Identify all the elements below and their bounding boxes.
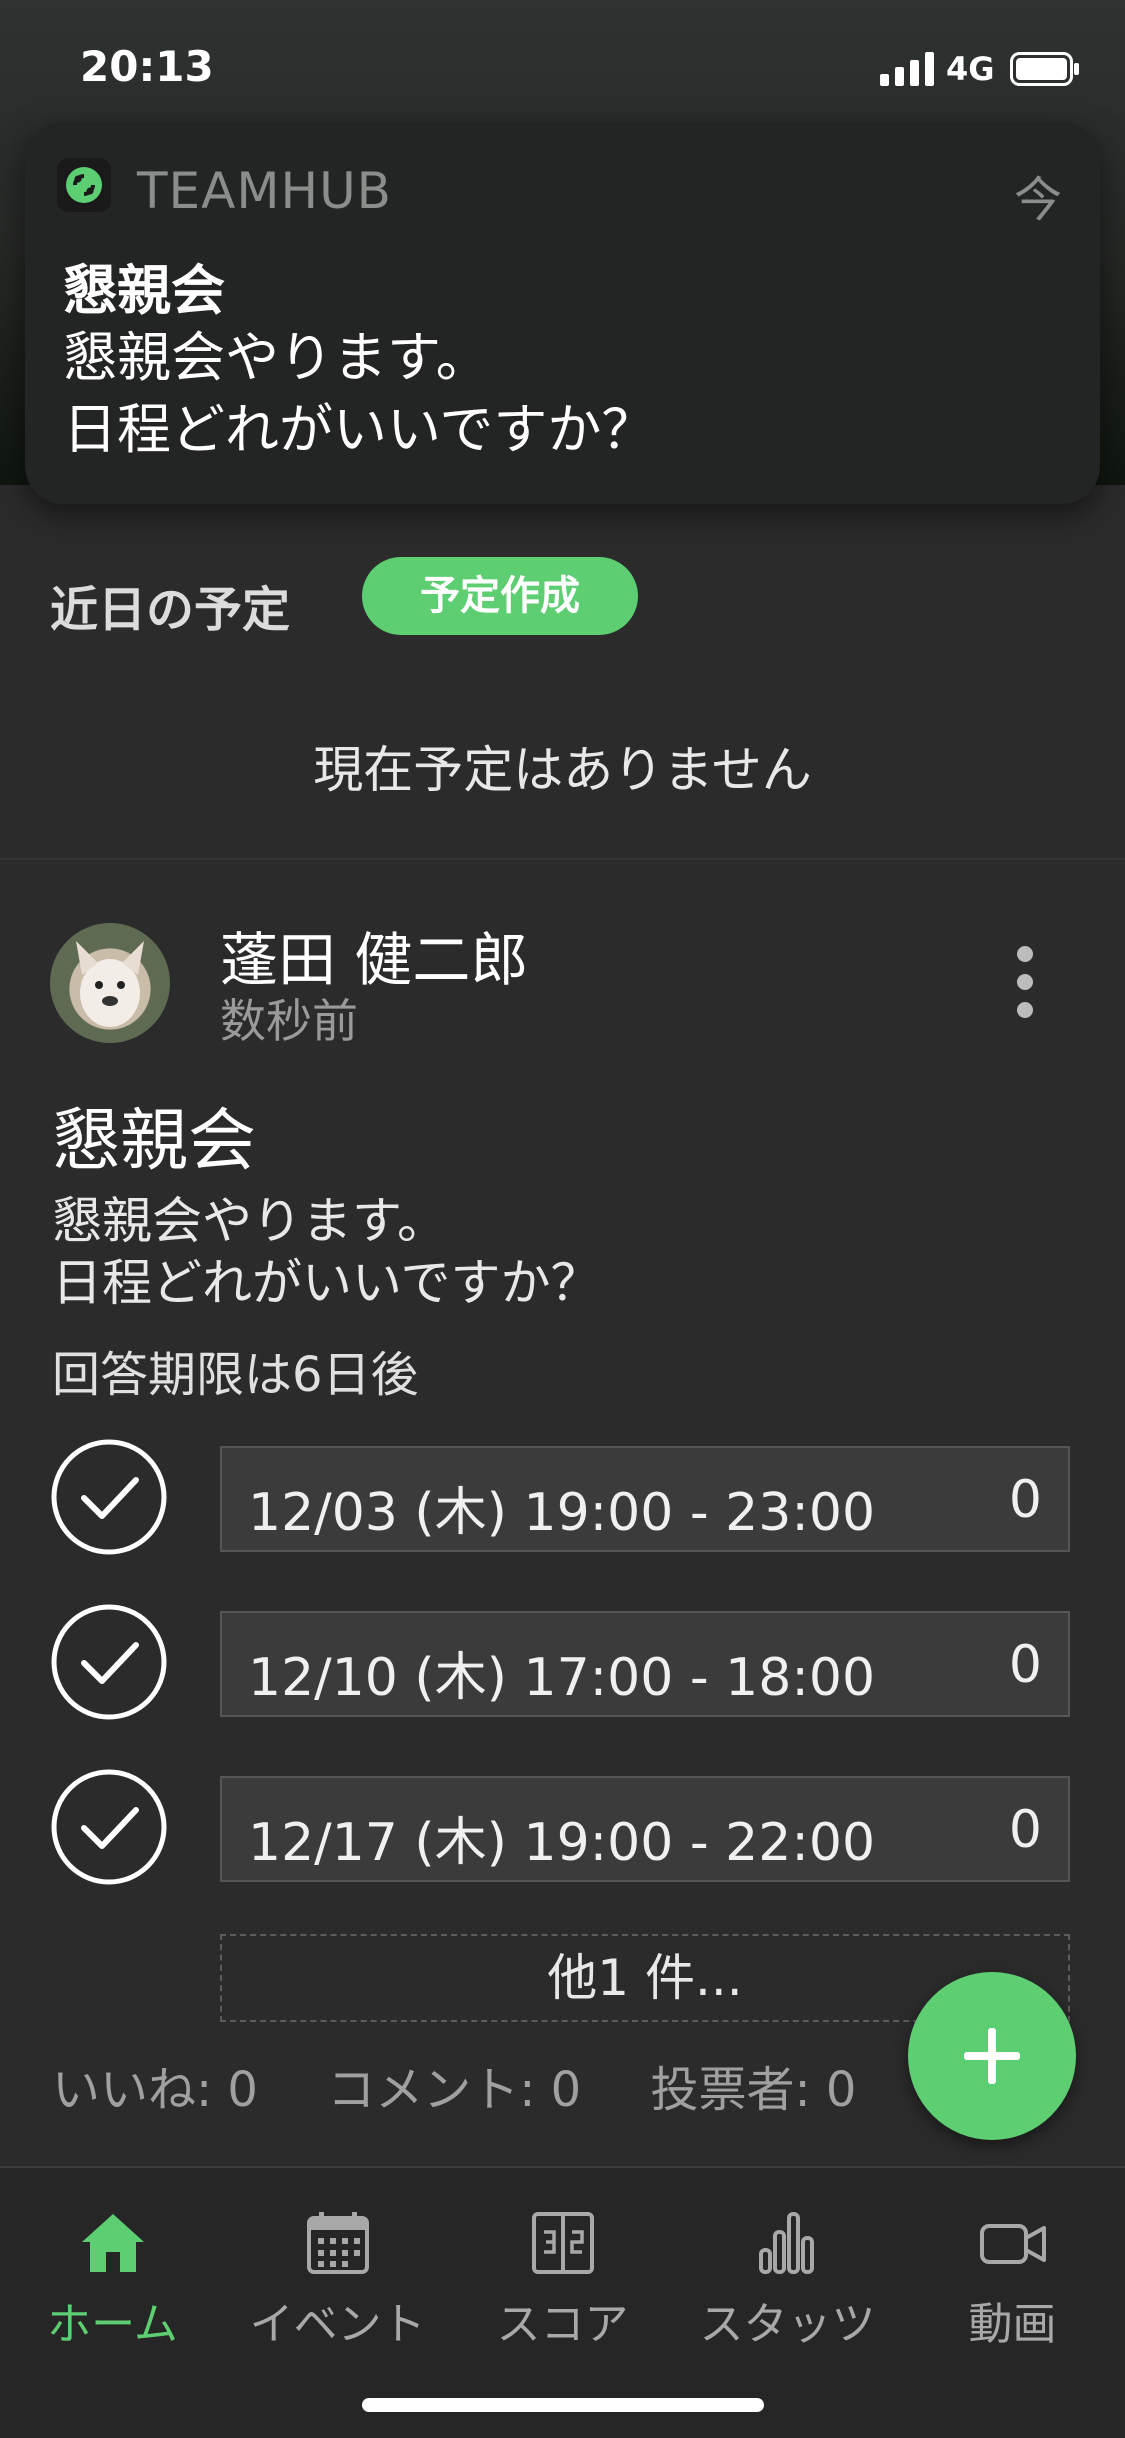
calendar-icon xyxy=(306,2212,369,2274)
tab-home[interactable]: ホーム xyxy=(0,2208,225,2358)
checkmark-circle-icon[interactable] xyxy=(50,1438,168,1556)
tab-label: ホーム xyxy=(47,2299,178,2350)
checkmark-circle-icon[interactable] xyxy=(50,1603,168,1721)
tab-label: 動画 xyxy=(968,2299,1057,2350)
create-schedule-button[interactable]: 予定作成 xyxy=(362,557,638,635)
poll-option-label: 12/10 (木) 17:00 - 18:00 xyxy=(248,1648,876,1708)
status-bar: 20:13 4G xyxy=(0,0,1125,140)
poll-option-box[interactable]: 12/03 (木) 19:00 - 23:00 0 xyxy=(220,1446,1070,1552)
battery-icon xyxy=(1010,52,1079,86)
push-notification[interactable]: TEAMHUB 今 懇親会 懇親会やります。 日程どれがいいですか？ xyxy=(25,122,1100,504)
poll-option-label: 12/03 (木) 19:00 - 23:00 xyxy=(248,1483,876,1543)
empty-schedule-message: 現在予定はありません xyxy=(313,741,812,799)
stats-icon xyxy=(758,2212,814,2274)
poll-option-box[interactable]: 12/17 (木) 19:00 - 22:00 0 xyxy=(220,1776,1070,1882)
tab-stats[interactable]: スタッツ xyxy=(675,2208,900,2358)
tab-label: スタッツ xyxy=(699,2299,876,2350)
poll-option-count: 0 xyxy=(1008,1800,1042,1860)
home-icon xyxy=(81,2214,144,2272)
tab-label: イベント xyxy=(249,2299,426,2350)
poll-post-card: 蓬田 健二郎 数秒前 懇親会 懇親会やります。 日程どれがいいですか？ 回答期限… xyxy=(0,858,1125,2168)
scoreboard-icon xyxy=(531,2212,594,2274)
upcoming-schedule-heading: 近日の予定 xyxy=(50,582,291,638)
voters-count[interactable]: 投票者: 0 xyxy=(651,2062,857,2118)
post-stats: いいね: 0 コメント: 0 投票者: 0 xyxy=(52,2050,910,2120)
dog-avatar-icon xyxy=(76,941,144,1027)
comments-count[interactable]: コメント: 0 xyxy=(327,2062,581,2118)
notification-app-name: TEAMHUB xyxy=(137,162,392,220)
network-type: 4G xyxy=(946,50,995,88)
poll-option-label: 12/17 (木) 19:00 - 22:00 xyxy=(248,1813,876,1873)
avatar[interactable] xyxy=(50,923,170,1043)
post-body: 懇親会やります。 日程どれがいいですか？ xyxy=(52,1192,601,1312)
tab-label: スコア xyxy=(496,2299,629,2350)
poll-option-count: 0 xyxy=(1008,1470,1042,1530)
post-title: 懇親会 xyxy=(52,1102,257,1181)
poll-option[interactable]: 12/17 (木) 19:00 - 22:00 0 xyxy=(0,1768,1125,1888)
add-post-button[interactable] xyxy=(908,1972,1076,2140)
video-icon xyxy=(979,2224,1046,2264)
tab-video[interactable]: 動画 xyxy=(900,2208,1125,2358)
poll-option-count: 0 xyxy=(1008,1635,1042,1695)
plus-icon xyxy=(964,2028,1020,2084)
notification-time: 今 xyxy=(1013,172,1062,228)
signal-icon xyxy=(880,52,934,86)
poll-option[interactable]: 12/03 (木) 19:00 - 23:00 0 xyxy=(0,1438,1125,1558)
more-options-icon[interactable] xyxy=(1005,942,1045,1022)
likes-count[interactable]: いいね: 0 xyxy=(52,2062,258,2118)
post-timestamp: 数秒前 xyxy=(220,994,358,1048)
poll-option-box[interactable]: 12/10 (木) 17:00 - 18:00 0 xyxy=(220,1611,1070,1717)
tab-events[interactable]: イベント xyxy=(225,2208,450,2358)
checkmark-circle-icon[interactable] xyxy=(50,1768,168,1886)
notification-title: 懇親会 xyxy=(63,259,225,322)
home-indicator[interactable] xyxy=(362,2398,764,2412)
tab-score[interactable]: スコア xyxy=(450,2208,675,2358)
teamhub-app-icon xyxy=(57,158,111,212)
notification-body: 懇親会やります。 日程どれがいいですか？ xyxy=(63,326,656,461)
poll-deadline: 回答期限は6日後 xyxy=(52,1347,419,1403)
poll-option[interactable]: 12/10 (木) 17:00 - 18:00 0 xyxy=(0,1603,1125,1723)
status-time: 20:13 xyxy=(80,42,214,91)
